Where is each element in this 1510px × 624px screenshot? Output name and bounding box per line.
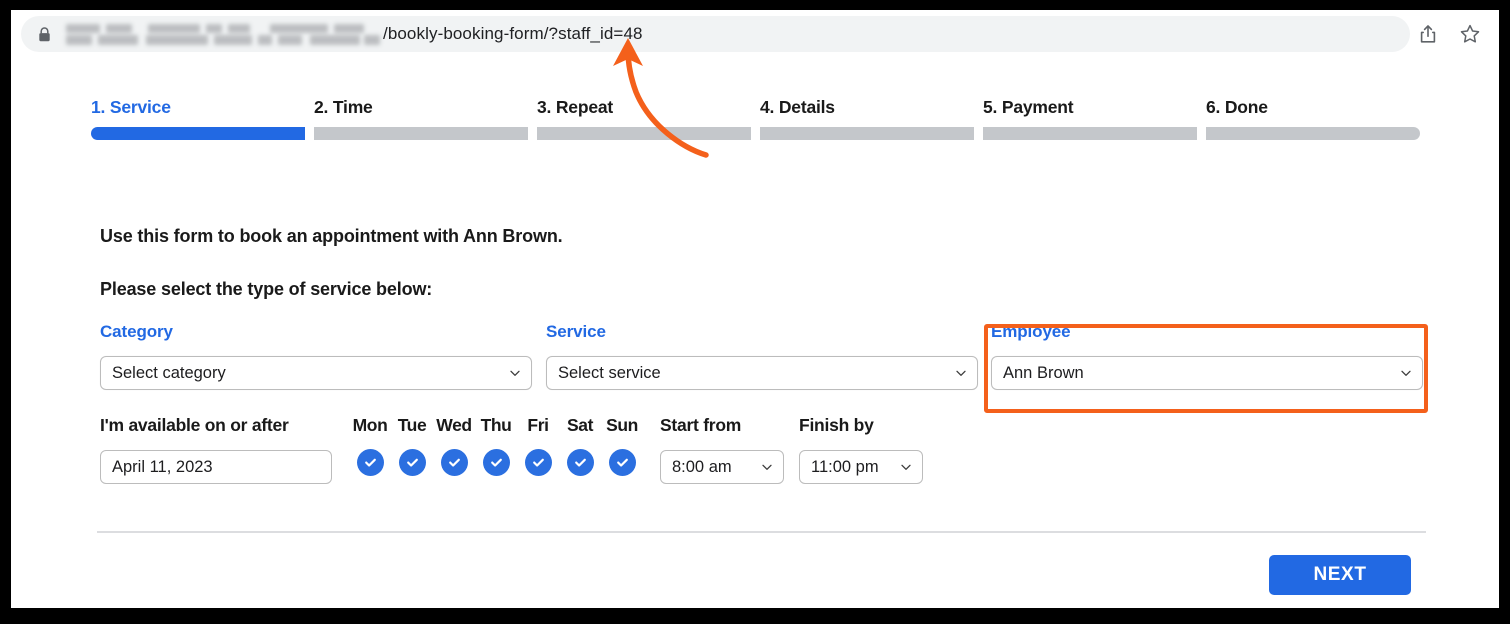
weekday-label: Thu [480, 415, 512, 435]
intro-line-1: Use this form to book an appointment wit… [100, 226, 563, 246]
step-progress: 1. Service 2. Time 3. Repeat 4. Details … [91, 97, 1420, 140]
available-after-value: April 11, 2023 [112, 457, 213, 476]
weekday-fri: Fri [517, 415, 559, 476]
employee-label: Employee [991, 322, 1071, 341]
weekday-tue: Tue [391, 415, 433, 476]
step-payment[interactable]: 5. Payment [983, 97, 1197, 140]
check-icon [448, 458, 460, 467]
step-bar [91, 127, 305, 140]
weekday-sat: Sat [559, 415, 601, 476]
employee-field: Employee Ann Brown [991, 322, 1423, 390]
service-select-value: Select service [558, 363, 661, 382]
weekday-toggle-wed[interactable] [440, 449, 468, 476]
chevron-down-icon [762, 464, 772, 470]
step-bar [314, 127, 528, 140]
category-field: Category Select category [100, 322, 532, 390]
chevron-down-icon [956, 370, 966, 376]
step-repeat[interactable]: 3. Repeat [537, 97, 751, 140]
check-icon [616, 458, 628, 467]
step-bar [983, 127, 1197, 140]
weekday-label: Mon [352, 415, 388, 435]
weekday-label: Tue [397, 415, 427, 435]
available-after-label: I'm available on or after [100, 415, 289, 435]
lock-icon [39, 26, 50, 41]
service-field: Service Select service [546, 322, 978, 390]
check-icon [490, 458, 502, 467]
service-select[interactable]: Select service [546, 356, 978, 390]
star-icon[interactable] [1459, 23, 1481, 45]
available-after-input[interactable]: April 11, 2023 [100, 450, 332, 484]
step-service[interactable]: 1. Service [91, 97, 305, 140]
weekday-label: Sun [606, 415, 638, 435]
share-icon[interactable] [1417, 23, 1439, 45]
next-button[interactable]: NEXT [1269, 555, 1411, 595]
browser-window: /bookly-booking-form/?staff_id=48 1. Ser… [11, 10, 1499, 608]
step-label: 1. Service [91, 97, 171, 117]
step-details[interactable]: 4. Details [760, 97, 974, 140]
start-from-label: Start from [660, 415, 742, 435]
check-icon [532, 458, 544, 467]
weekday-toggle-sat[interactable] [566, 449, 594, 476]
weekday-label: Wed [436, 415, 472, 435]
finish-by-select[interactable]: 11:00 pm [799, 450, 923, 484]
weekday-thu: Thu [475, 415, 517, 476]
address-bar[interactable]: /bookly-booking-form/?staff_id=48 [21, 16, 1410, 52]
step-label: 4. Details [760, 97, 835, 117]
chevron-down-icon [1401, 370, 1411, 376]
weekday-toggle-fri[interactable] [524, 449, 552, 476]
available-after-field: I'm available on or after April 11, 2023 [100, 415, 332, 484]
service-selection-row: Category Select category Service Select … [100, 322, 1430, 420]
service-label: Service [546, 322, 606, 341]
weekday-label: Fri [527, 415, 549, 435]
start-from-value: 8:00 am [672, 457, 732, 476]
weekday-label: Sat [566, 415, 594, 435]
step-bar [760, 127, 974, 140]
step-bar [1206, 127, 1420, 140]
toolbar-actions [1417, 10, 1481, 58]
start-from-select[interactable]: 8:00 am [660, 450, 784, 484]
step-label: 6. Done [1206, 97, 1268, 117]
step-done[interactable]: 6. Done [1206, 97, 1420, 140]
weekday-toggle-mon[interactable] [356, 449, 384, 476]
finish-by-field: Finish by 11:00 pm [799, 415, 923, 484]
weekday-mon: Mon [349, 415, 391, 476]
weekday-toggles: Mon Tue Wed Thu Fri Sat Sun [349, 415, 643, 476]
screenshot-frame: /bookly-booking-form/?staff_id=48 1. Ser… [0, 0, 1510, 624]
chevron-down-icon [510, 370, 520, 376]
weekday-wed: Wed [433, 415, 475, 476]
chevron-down-icon [901, 464, 911, 470]
weekday-toggle-thu[interactable] [482, 449, 510, 476]
weekday-toggle-sun[interactable] [608, 449, 636, 476]
check-icon [364, 458, 376, 467]
redacted-url-prefix [64, 23, 382, 45]
step-label: 5. Payment [983, 97, 1074, 117]
booking-form-page: 1. Service 2. Time 3. Repeat 4. Details … [11, 58, 1499, 608]
employee-select[interactable]: Ann Brown [991, 356, 1423, 390]
browser-toolbar: /bookly-booking-form/?staff_id=48 [11, 10, 1499, 58]
step-label: 2. Time [314, 97, 373, 117]
step-time[interactable]: 2. Time [314, 97, 528, 140]
step-bar [537, 127, 751, 140]
check-icon [574, 458, 586, 467]
url-text: /bookly-booking-form/?staff_id=48 [383, 24, 643, 43]
section-divider [97, 531, 1426, 533]
finish-by-value: 11:00 pm [811, 457, 879, 476]
start-from-field: Start from 8:00 am [660, 415, 784, 484]
category-select-value: Select category [112, 363, 226, 382]
category-select[interactable]: Select category [100, 356, 532, 390]
employee-select-value: Ann Brown [1003, 363, 1084, 382]
weekday-sun: Sun [601, 415, 643, 476]
check-icon [406, 458, 418, 467]
weekday-toggle-tue[interactable] [398, 449, 426, 476]
step-label: 3. Repeat [537, 97, 614, 117]
intro-line-2: Please select the type of service below: [100, 279, 433, 299]
finish-by-label: Finish by [799, 415, 874, 435]
category-label: Category [100, 322, 173, 341]
